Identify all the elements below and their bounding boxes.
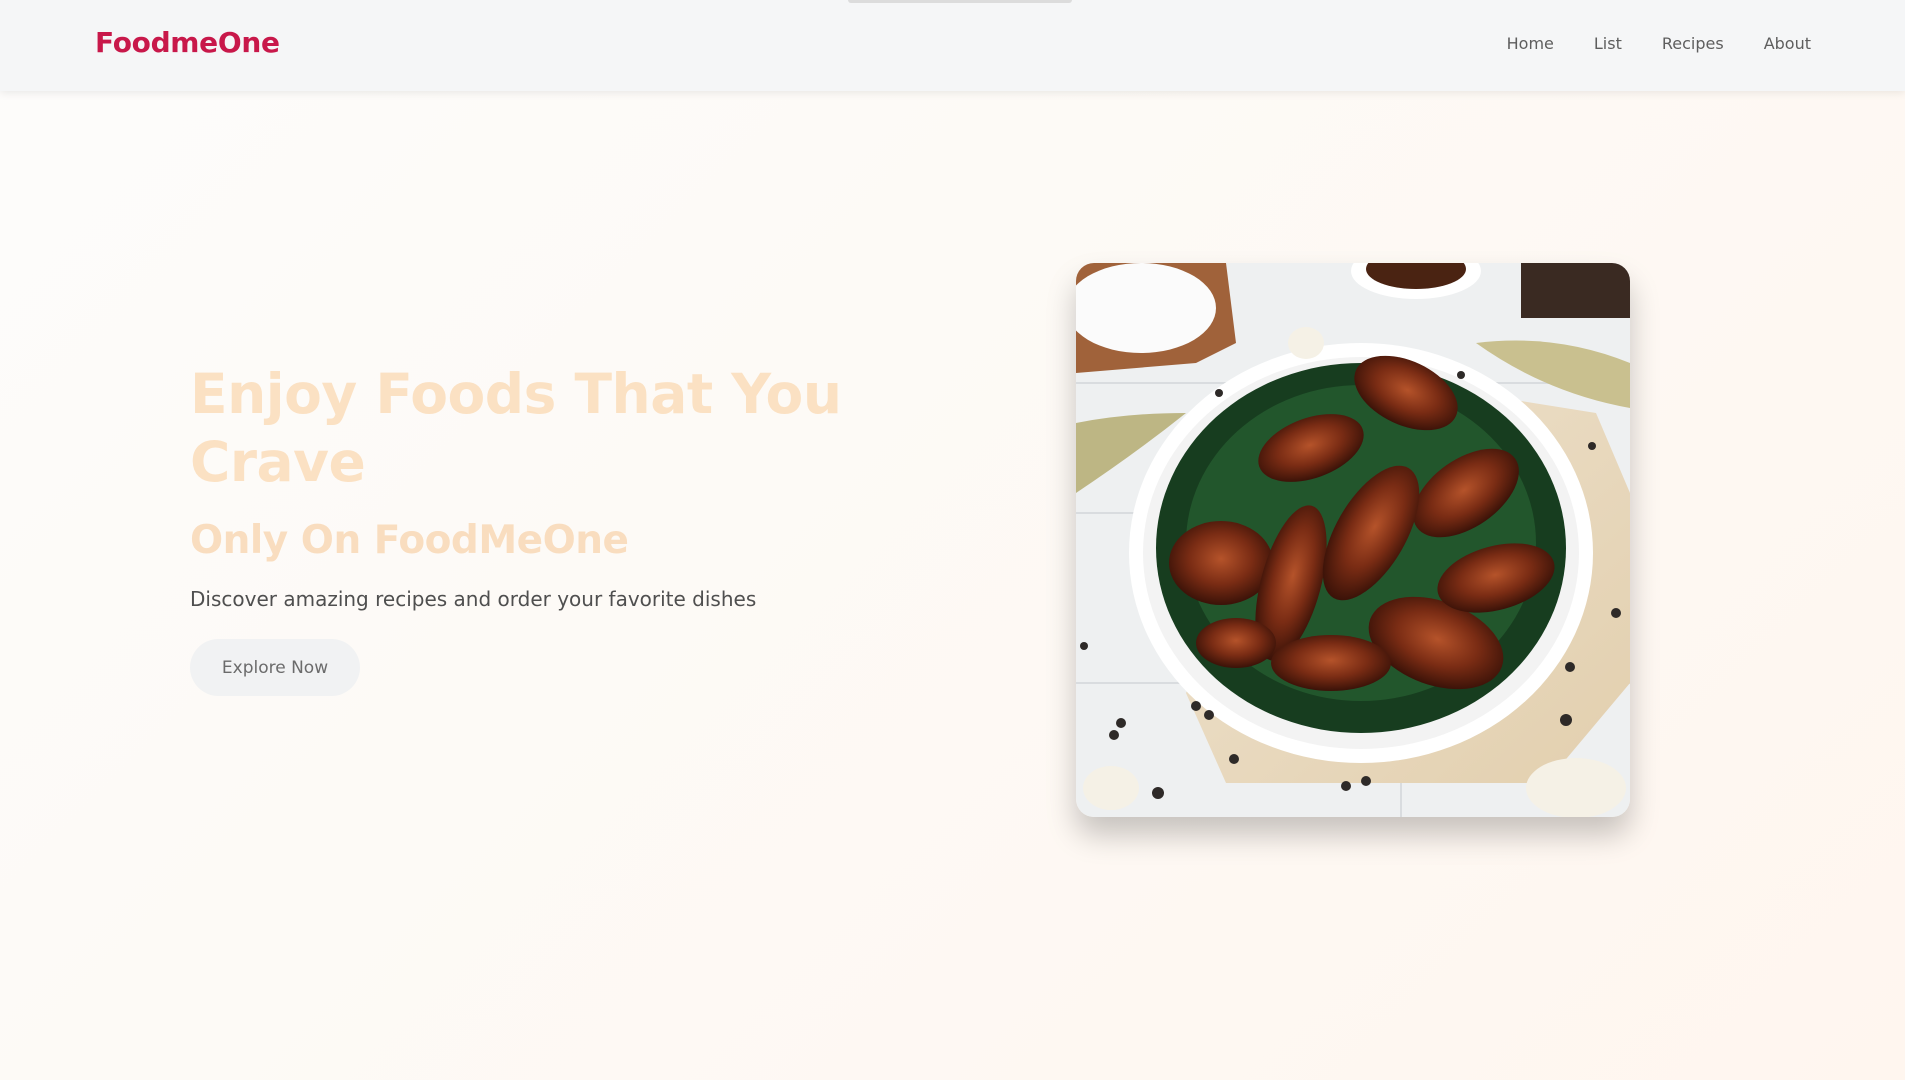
hero-subtitle: Only On FoodMeOne [190, 518, 629, 563]
hero-description: Discover amazing recipes and order your … [190, 587, 757, 611]
scroll-indicator [848, 0, 1072, 3]
explore-now-button[interactable]: Explore Now [190, 639, 360, 696]
grilled-chicken-wings-photo-icon [1076, 263, 1630, 817]
hero-food-image [1076, 263, 1630, 817]
nav-link-recipes[interactable]: Recipes [1662, 34, 1724, 53]
nav-link-list[interactable]: List [1594, 34, 1622, 53]
nav-links: Home List Recipes About [1507, 34, 1811, 53]
brand-logo[interactable]: FoodmeOne [95, 26, 280, 59]
hero-text: Enjoy Foods That You Crave Only On FoodM… [190, 360, 890, 696]
nav-link-home[interactable]: Home [1507, 34, 1554, 53]
hero-title: Enjoy Foods That You Crave [190, 362, 842, 494]
top-navbar: FoodmeOne Home List Recipes About [0, 0, 1905, 91]
nav-link-about[interactable]: About [1764, 34, 1811, 53]
